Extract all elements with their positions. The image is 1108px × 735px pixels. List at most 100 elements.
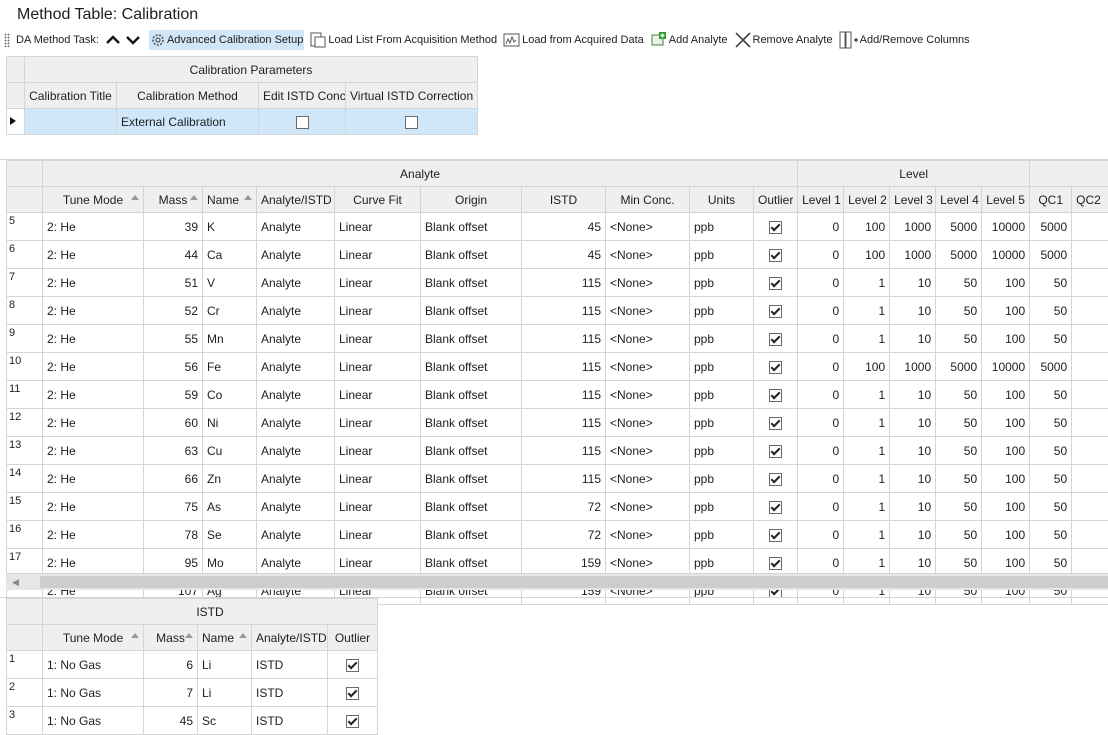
qc2-cell[interactable] <box>1072 213 1108 241</box>
name-header[interactable]: Name <box>203 187 257 213</box>
units-cell[interactable]: ppb <box>690 325 754 353</box>
min-conc-cell[interactable]: <None> <box>606 269 690 297</box>
units-cell[interactable]: ppb <box>690 381 754 409</box>
istd-outlier-cell[interactable] <box>328 679 378 707</box>
level-1-cell[interactable]: 0 <box>798 297 844 325</box>
origin-cell[interactable]: Blank offset <box>421 437 522 465</box>
level-5-cell[interactable]: 100 <box>982 269 1030 297</box>
mass-cell[interactable]: 56 <box>144 353 203 381</box>
name-cell[interactable]: Mn <box>203 325 257 353</box>
min-conc-cell[interactable]: <None> <box>606 353 690 381</box>
level-5-cell[interactable]: 100 <box>982 521 1030 549</box>
level-1-cell[interactable]: 0 <box>798 409 844 437</box>
row-number[interactable]: 12 <box>7 409 43 437</box>
level-1-cell[interactable]: 0 <box>798 381 844 409</box>
tune-mode-cell[interactable]: 2: He <box>43 493 144 521</box>
level-3-cell[interactable]: 10 <box>890 493 936 521</box>
row-number[interactable]: 14 <box>7 465 43 493</box>
level-4-cell[interactable]: 50 <box>936 325 982 353</box>
curve-fit-cell[interactable]: Linear <box>335 241 421 269</box>
qc2-cell[interactable] <box>1072 493 1108 521</box>
qc2-cell[interactable] <box>1072 241 1108 269</box>
table-row[interactable]: 72: He51VAnalyteLinearBlank offset115<No… <box>7 269 1108 297</box>
istd-outlier-cell[interactable] <box>328 707 378 735</box>
min-conc-cell[interactable]: <None> <box>606 437 690 465</box>
calibration-method-cell[interactable]: External Calibration <box>117 109 259 135</box>
outlier-checkbox[interactable] <box>769 249 782 262</box>
origin-cell[interactable]: Blank offset <box>421 493 522 521</box>
outlier-checkbox[interactable] <box>769 389 782 402</box>
level-2-cell[interactable]: 1 <box>844 493 890 521</box>
istd-name-cell[interactable]: Li <box>198 651 252 679</box>
level-3-cell[interactable]: 10 <box>890 409 936 437</box>
qc2-cell[interactable] <box>1072 437 1108 465</box>
istd-cell[interactable]: 72 <box>522 493 606 521</box>
tune-mode-cell[interactable]: 2: He <box>43 325 144 353</box>
level-1-header[interactable]: Level 1 <box>798 187 844 213</box>
level-3-header[interactable]: Level 3 <box>890 187 936 213</box>
analyte-istd-cell[interactable]: Analyte <box>257 297 335 325</box>
level-1-cell[interactable]: 0 <box>798 437 844 465</box>
outlier-cell[interactable] <box>754 269 798 297</box>
analyte-istd-cell[interactable]: Analyte <box>257 465 335 493</box>
tune-mode-cell[interactable]: 2: He <box>43 521 144 549</box>
level-2-cell[interactable]: 1 <box>844 521 890 549</box>
level-1-cell[interactable]: 0 <box>798 325 844 353</box>
origin-cell[interactable]: Blank offset <box>421 241 522 269</box>
level-1-cell[interactable]: 0 <box>798 269 844 297</box>
level-3-cell[interactable]: 10 <box>890 521 936 549</box>
analyte-istd-cell[interactable]: Analyte <box>257 521 335 549</box>
units-cell[interactable]: ppb <box>690 353 754 381</box>
level-5-cell[interactable]: 100 <box>982 325 1030 353</box>
table-row[interactable]: 62: He44CaAnalyteLinearBlank offset45<No… <box>7 241 1108 269</box>
load-list-button[interactable]: Load List From Acquisition Method <box>308 30 498 50</box>
curve-fit-cell[interactable]: Linear <box>335 521 421 549</box>
istd-tune-mode-cell[interactable]: 1: No Gas <box>43 707 144 735</box>
row-number[interactable]: 11 <box>7 381 43 409</box>
row-number[interactable]: 6 <box>7 241 43 269</box>
table-row[interactable]: 152: He75AsAnalyteLinearBlank offset72<N… <box>7 493 1108 521</box>
virtual-istd-correction-checkbox[interactable] <box>405 116 418 129</box>
name-cell[interactable]: Cr <box>203 297 257 325</box>
analyte-istd-cell[interactable]: Analyte <box>257 437 335 465</box>
outlier-cell[interactable] <box>754 241 798 269</box>
analyte-istd-cell[interactable]: Analyte <box>257 213 335 241</box>
name-cell[interactable]: K <box>203 213 257 241</box>
qc1-cell[interactable]: 5000 <box>1030 213 1072 241</box>
qc2-cell[interactable] <box>1072 465 1108 493</box>
table-row[interactable]: 52: He39KAnalyteLinearBlank offset45<Non… <box>7 213 1108 241</box>
level-2-cell[interactable]: 1 <box>844 409 890 437</box>
level-4-cell[interactable]: 50 <box>936 437 982 465</box>
horizontal-scrollbar[interactable]: ◀ <box>6 573 1108 590</box>
name-cell[interactable]: Se <box>203 521 257 549</box>
mass-cell[interactable]: 60 <box>144 409 203 437</box>
level-2-cell[interactable]: 1 <box>844 325 890 353</box>
tune-mode-cell[interactable]: 2: He <box>43 213 144 241</box>
min-conc-cell[interactable]: <None> <box>606 381 690 409</box>
units-cell[interactable]: ppb <box>690 297 754 325</box>
calibration-title-header[interactable]: Calibration Title <box>25 83 117 109</box>
table-row[interactable]: 122: He60NiAnalyteLinearBlank offset115<… <box>7 409 1108 437</box>
qc1-cell[interactable]: 50 <box>1030 409 1072 437</box>
add-analyte-button[interactable]: Add Analyte <box>649 30 729 50</box>
tune-mode-cell[interactable]: 2: He <box>43 241 144 269</box>
curve-fit-cell[interactable]: Linear <box>335 465 421 493</box>
istd-cell[interactable]: 115 <box>522 297 606 325</box>
curve-fit-header[interactable]: Curve Fit <box>335 187 421 213</box>
min-conc-cell[interactable]: <None> <box>606 521 690 549</box>
istd-mass-header[interactable]: Mass <box>144 625 198 651</box>
istd-outlier-header[interactable]: Outlier <box>328 625 378 651</box>
istd-analyte-istd-cell[interactable]: ISTD <box>252 707 328 735</box>
level-4-cell[interactable]: 50 <box>936 269 982 297</box>
outlier-checkbox[interactable] <box>769 445 782 458</box>
chevron-up-icon[interactable] <box>103 30 123 50</box>
tune-mode-cell[interactable]: 2: He <box>43 381 144 409</box>
mass-cell[interactable]: 75 <box>144 493 203 521</box>
istd-tune-mode-cell[interactable]: 1: No Gas <box>43 679 144 707</box>
analyte-istd-cell[interactable]: Analyte <box>257 493 335 521</box>
scroll-thumb[interactable] <box>40 576 1108 588</box>
row-number[interactable]: 8 <box>7 297 43 325</box>
level-1-cell[interactable]: 0 <box>798 521 844 549</box>
name-cell[interactable]: Fe <box>203 353 257 381</box>
calibration-method-header[interactable]: Calibration Method <box>117 83 259 109</box>
